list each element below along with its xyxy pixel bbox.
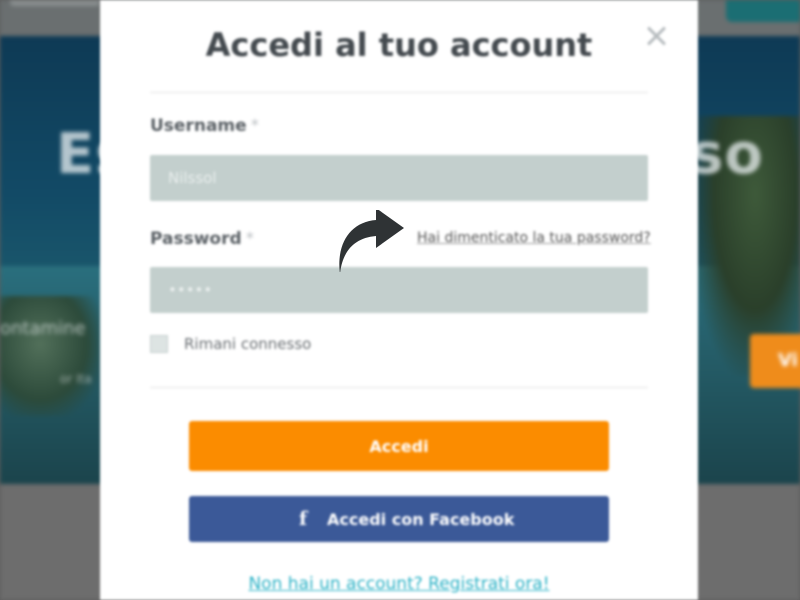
username-required-mark: * <box>250 116 260 136</box>
password-required-mark: * <box>245 229 255 249</box>
password-label: Password * <box>150 229 254 249</box>
hero-side-button: Vi <box>750 334 800 388</box>
hero-subtitle-small: or Ita <box>60 372 92 386</box>
password-label-text: Password <box>150 229 242 249</box>
background-nav-button <box>726 0 800 22</box>
remember-me-label[interactable]: Rimani connesso <box>184 335 384 353</box>
username-label: Username * <box>150 116 259 136</box>
facebook-login-button[interactable]: f Accedi con Facebook <box>189 496 609 542</box>
login-button[interactable]: Accedi <box>189 421 609 471</box>
divider-top <box>150 92 648 93</box>
curved-arrow-icon <box>339 210 404 272</box>
password-input[interactable] <box>150 267 648 313</box>
login-modal: Accedi al tuo account Username* Password… <box>100 0 698 600</box>
username-input[interactable] <box>150 155 648 201</box>
close-icon[interactable] <box>644 24 668 48</box>
facebook-button-label: Accedi con Facebook <box>327 510 515 529</box>
hero-subtitle: ontamine <box>0 318 86 339</box>
hero-palm-left <box>0 296 100 416</box>
hero-side-button-label: Vi <box>778 350 798 371</box>
facebook-icon: f <box>299 508 308 530</box>
modal-title: Accedi al tuo account <box>205 26 593 64</box>
divider-bottom <box>150 387 648 388</box>
forgot-password-link[interactable]: Hai dimenticato la tua password? <box>417 230 651 246</box>
register-link[interactable]: Non hai un account? Registrati ora! <box>100 574 698 594</box>
hero-title-right: so <box>690 122 764 187</box>
username-label-text: Username <box>150 116 247 136</box>
remember-me-checkbox[interactable] <box>150 335 168 353</box>
background-nav-item <box>10 0 100 6</box>
